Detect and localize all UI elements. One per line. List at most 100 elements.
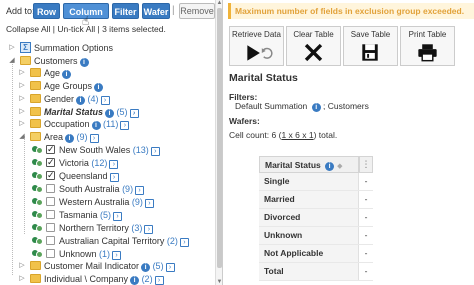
column-menu-icon[interactable]: ⋮ xyxy=(359,156,373,173)
tree-item-label-wrap: Age i xyxy=(44,67,72,79)
retrieve-data-button[interactable]: Retrieve Data xyxy=(229,26,284,66)
checkbox[interactable] xyxy=(46,156,55,168)
checkbox[interactable] xyxy=(46,210,55,219)
tree-item-label: Northern Territory xyxy=(59,223,129,233)
tree-item-label-wrap: Victoria (12) › xyxy=(59,157,119,169)
untick-all-link[interactable]: Un-tick All xyxy=(57,24,95,34)
folder-icon xyxy=(30,81,41,90)
folder-icon xyxy=(30,261,41,270)
tree-actions: Collapse All | Un-tick All | 3 items sel… xyxy=(6,24,166,34)
collapse-all-link[interactable]: Collapse All xyxy=(6,24,50,34)
info-icon[interactable]: i xyxy=(105,109,115,118)
item-count: (13) xyxy=(132,145,149,155)
group-icon xyxy=(32,170,44,181)
table-content: Marital Status Filters: Default Summatio… xyxy=(229,68,469,285)
tree-item-label: Gender xyxy=(44,94,75,104)
info-icon[interactable]: i xyxy=(325,162,335,171)
chevron-right-icon[interactable]: › xyxy=(89,134,99,143)
item-count: (3) xyxy=(131,223,143,233)
add-wafer-button[interactable]: Wafer xyxy=(142,3,170,19)
tree-item-label: Customers xyxy=(34,56,78,66)
folder-icon xyxy=(30,94,41,103)
tree-item-label: Area xyxy=(44,132,64,142)
collapse-arrow-icon[interactable]: ◢ xyxy=(8,55,16,67)
checkbox[interactable] xyxy=(46,143,55,155)
print-table-button[interactable]: Print Table xyxy=(400,26,455,66)
info-icon[interactable]: i xyxy=(130,276,140,285)
tree-item-label: Western Australia xyxy=(59,197,130,207)
add-filter-button[interactable]: Filter xyxy=(112,3,139,19)
chevron-right-icon[interactable]: › xyxy=(135,186,145,195)
expand-arrow-icon[interactable]: ▷ xyxy=(18,118,26,130)
table-row: Married - xyxy=(259,191,373,209)
save-table-button[interactable]: Save Table xyxy=(343,26,398,66)
info-icon[interactable]: i xyxy=(76,96,86,105)
info-icon[interactable]: i xyxy=(62,70,72,79)
info-icon[interactable]: i xyxy=(141,263,151,272)
chevron-right-icon[interactable]: › xyxy=(120,121,130,130)
collapse-arrow-icon[interactable]: ◢ xyxy=(18,131,26,143)
items-selected-text: 3 items selected. xyxy=(102,24,166,34)
tree-item-label: Customer Mail Indicator xyxy=(44,261,140,271)
cell-count-link[interactable]: 1 x 6 x 1 xyxy=(281,130,313,140)
tree-guide-line xyxy=(12,60,13,275)
table-toolbar: Retrieve Data Clear Table Save Table Pri… xyxy=(229,26,469,66)
folder-icon xyxy=(30,274,41,283)
filter-item: Default Summation xyxy=(235,101,308,111)
info-icon[interactable]: i xyxy=(91,121,101,130)
chevron-right-icon[interactable]: › xyxy=(150,147,160,156)
chevron-right-icon[interactable]: › xyxy=(179,238,189,247)
folder-open-icon xyxy=(30,132,41,141)
checkbox[interactable] xyxy=(46,184,55,193)
summation-icon: Σ xyxy=(20,42,31,53)
info-icon[interactable]: i xyxy=(79,58,89,67)
remove-button[interactable]: Remove xyxy=(179,3,215,19)
chevron-right-icon[interactable]: › xyxy=(144,225,154,234)
tree-item-label: Unknown xyxy=(59,249,97,259)
info-icon[interactable]: i xyxy=(94,83,104,92)
row-label: Total xyxy=(259,263,359,280)
checkbox[interactable] xyxy=(46,236,55,245)
group-icon xyxy=(32,222,44,233)
cell-value: - xyxy=(364,266,368,276)
item-count: (1) xyxy=(99,249,111,259)
item-count: (4) xyxy=(87,94,99,104)
checkbox[interactable] xyxy=(46,223,55,232)
info-icon[interactable]: i xyxy=(311,103,321,112)
tree-item-label-wrap: Customers i xyxy=(34,55,89,67)
expand-arrow-icon[interactable]: ▷ xyxy=(18,80,26,92)
column-header-marital-status[interactable]: Marital Status i ◆ xyxy=(259,156,359,173)
column-header-label: Marital Status xyxy=(265,160,321,170)
expand-arrow-icon[interactable]: ▷ xyxy=(18,273,26,285)
table-title: Marital Status xyxy=(229,72,298,84)
variable-tree-pane: Add to: Row Column Filter Wafer | Remove… xyxy=(0,0,222,285)
chevron-right-icon[interactable]: › xyxy=(100,96,110,105)
chevron-right-icon[interactable]: › xyxy=(144,199,154,208)
expand-arrow-icon[interactable]: ▷ xyxy=(18,106,26,118)
expand-arrow-icon[interactable]: ▷ xyxy=(18,260,26,272)
expand-arrow-icon[interactable]: ▷ xyxy=(8,42,16,54)
tree-scrollbar[interactable]: ▲ ▼ xyxy=(215,0,222,285)
chevron-right-icon[interactable]: › xyxy=(112,251,122,260)
tree-item-label: New South Wales xyxy=(59,145,131,155)
chevron-right-icon[interactable]: › xyxy=(129,109,139,118)
chevron-right-icon[interactable]: › xyxy=(165,263,175,272)
cell-value: - xyxy=(364,230,368,240)
chevron-right-icon[interactable]: › xyxy=(154,276,164,285)
table-row: Total - xyxy=(259,263,373,281)
checkbox[interactable] xyxy=(46,249,55,258)
expand-arrow-icon[interactable]: ▷ xyxy=(18,93,26,105)
clear-table-button[interactable]: Clear Table xyxy=(286,26,341,66)
checkbox[interactable] xyxy=(46,197,55,206)
tree-item-label-wrap: Australian Capital Territory (2) › xyxy=(59,235,189,247)
chevron-right-icon[interactable]: › xyxy=(113,212,123,221)
folder-icon xyxy=(30,107,41,116)
expand-arrow-icon[interactable]: ▷ xyxy=(18,67,26,79)
info-icon[interactable]: i xyxy=(65,134,75,143)
tree-item-label-wrap: Area i (9) › xyxy=(44,131,99,143)
add-row-button[interactable]: Row xyxy=(33,3,60,19)
chevron-right-icon[interactable]: › xyxy=(109,160,119,169)
toolbar-separator: | xyxy=(172,5,175,16)
checkbox[interactable] xyxy=(46,169,55,181)
chevron-right-icon[interactable]: › xyxy=(109,173,119,182)
